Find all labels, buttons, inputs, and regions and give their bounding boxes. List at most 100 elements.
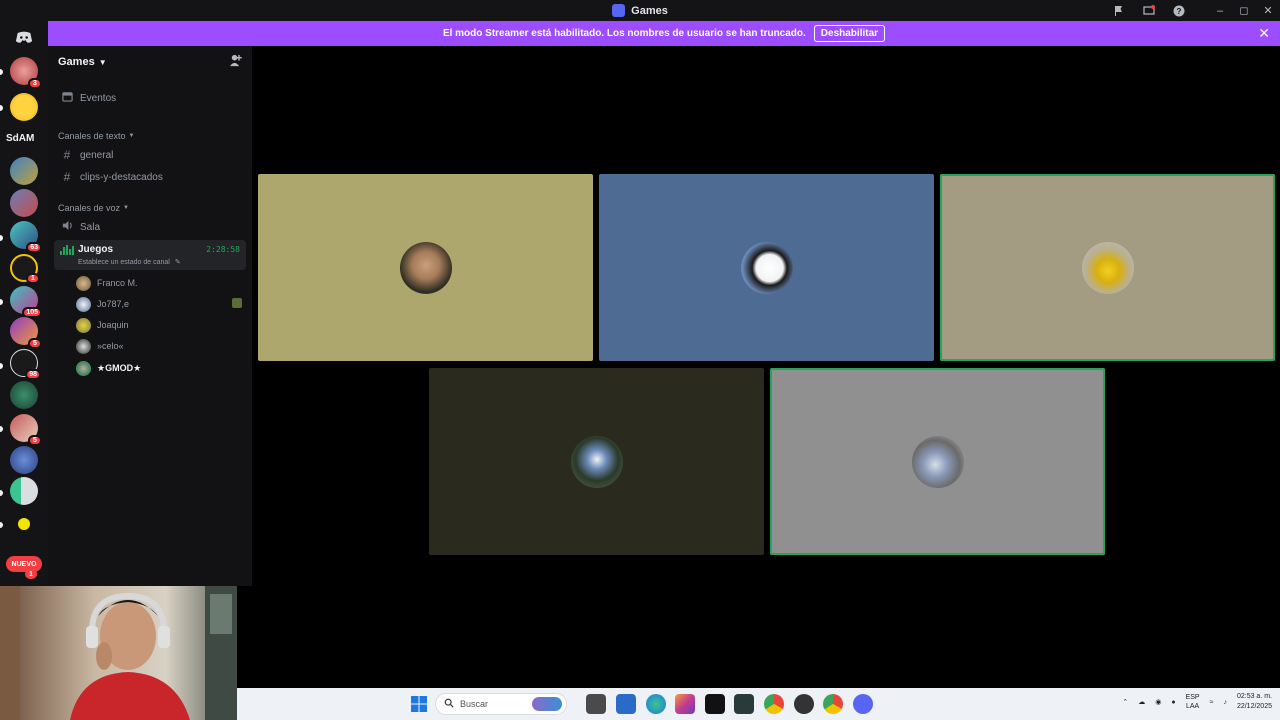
clock-time: 02:53 a. m. [1236,693,1272,700]
server-icon[interactable] [10,446,38,474]
server-icon[interactable]: 5 [10,414,42,446]
voice-member[interactable]: ★GMOD★ [76,359,141,377]
add-member-icon[interactable] [229,54,242,70]
help-icon[interactable]: ? [1164,0,1194,21]
voice-member[interactable]: Franco M. [76,274,138,292]
channel-label: general [80,149,114,161]
tiktok-icon[interactable] [705,694,725,714]
close-icon[interactable]: ✕ [1258,25,1270,42]
unread-pill [0,490,3,496]
server-rail: 3 SdAM 63 1 105 5 98 5 NUEVO 1 [0,21,48,586]
member-name: ★GMOD★ [97,362,142,373]
language-indicator[interactable]: ESP LAA [1186,693,1200,711]
chevron-down-icon: ▼ [128,133,135,139]
channel-status-hint[interactable]: Establece un estado de canal ✎ [78,258,181,266]
instagram-icon[interactable] [675,694,695,714]
speaker-icon [60,220,74,234]
member-name: Jo787,e [97,299,130,309]
app-icon [612,4,626,17]
chrome-icon[interactable] [823,694,843,714]
taskbar-search[interactable]: Buscar [435,693,567,715]
participant-tile[interactable] [599,174,934,361]
participant-tile[interactable] [258,174,593,361]
unread-pill [0,69,3,75]
voice-member[interactable]: »celo« [76,337,124,355]
network-icon[interactable]: ◉ [1155,698,1161,706]
capcut-icon[interactable] [734,694,754,714]
server-icon[interactable]: 63 [10,221,42,253]
onedrive-icon[interactable]: ☁ [1138,698,1145,706]
avatar [740,241,793,294]
wifi-icon[interactable]: ≈ [1210,699,1214,706]
server-icon[interactable] [10,157,38,185]
windows-start-icon[interactable] [409,694,429,714]
server-icon[interactable] [10,381,38,409]
pencil-icon: ✎ [174,259,181,266]
voice-activity-icon [60,245,74,255]
server-icon[interactable]: 1 [10,254,40,284]
server-icon[interactable]: 5 [10,317,42,349]
voice-member[interactable]: Jo787,e [76,295,129,313]
chevron-up-icon[interactable]: ⌃ [1122,698,1128,706]
voice-channel-juegos[interactable]: Juegos Establece un estado de canal ✎ 2:… [54,240,246,270]
discord-taskbar-icon[interactable] [853,694,873,714]
taskbar-clock[interactable]: 02:53 a. m. 22/12/2025 [1237,692,1272,712]
search-placeholder: Buscar [460,699,489,709]
text-category[interactable]: Canales de texto ▼ [58,131,135,141]
unread-pill [0,299,3,305]
disable-streamer-button[interactable]: Deshabilitar [813,25,886,42]
voice-category-label: Canales de voz [58,203,121,213]
mention-badge: 63 [26,242,42,253]
channel-clips[interactable]: # clips-y-destacados [54,167,246,187]
inbox-icon[interactable] [1104,0,1134,21]
voice-channel-sala[interactable]: Sala [54,217,246,237]
window-title: Games [612,4,668,17]
member-name: »celo« [97,341,124,351]
voice-stage [252,46,1280,688]
status-hint-text: Establece un estado de canal [78,259,170,266]
server-icon[interactable]: 98 [10,349,41,380]
volume-icon[interactable]: ♪ [1223,699,1227,706]
window-title-text: Games [631,4,668,17]
new-badge[interactable]: NUEVO [6,556,42,572]
guild-name[interactable]: Games ▼ [58,56,107,68]
file-explorer-icon[interactable] [616,694,636,714]
avatar [1081,241,1134,294]
participant-tile[interactable] [940,174,1275,361]
search-highlight-icon [532,697,562,711]
discord-home-icon[interactable] [10,27,38,47]
server-icon[interactable] [10,477,38,505]
voice-category[interactable]: Canales de voz ▼ [58,203,129,213]
task-view-icon[interactable] [586,694,606,714]
calendar-icon [60,91,74,105]
avatar [76,338,91,354]
channel-general[interactable]: # general [54,145,246,165]
window-titlebar: Games ? – ◻ ✕ [0,0,1280,21]
streamer-mode-banner: El modo Streamer está habilitado. Los no… [48,21,1280,46]
channel-label: Sala [80,221,101,233]
avatar [399,241,452,294]
webcam-overlay [0,586,237,720]
events-label: Eventos [80,92,117,104]
participant-tile[interactable] [429,368,764,555]
close-window-icon[interactable]: ✕ [1256,0,1280,21]
activity-icon [232,298,242,308]
app-icon[interactable] [794,694,814,714]
server-icon[interactable]: 105 [10,286,42,318]
chrome-icon[interactable] [764,694,784,714]
mic-icon[interactable]: ● [1171,699,1175,706]
maximize-icon[interactable]: ◻ [1232,0,1256,21]
participant-tile[interactable] [770,368,1105,555]
edge-icon[interactable] [646,694,666,714]
server-icon[interactable]: 3 [10,57,42,89]
clock-date: 22/12/2025 [1236,703,1272,710]
server-sdam[interactable]: SdAM [6,133,34,144]
server-icon[interactable] [10,93,38,121]
minimize-icon[interactable]: – [1208,0,1232,21]
server-icon[interactable] [10,510,38,538]
server-icon[interactable] [10,189,38,217]
voice-member[interactable]: Joaquin [76,316,129,334]
guild-header[interactable]: Games ▼ [48,46,252,78]
screen-share-icon[interactable] [1134,0,1164,21]
events-item[interactable]: Eventos [54,88,246,108]
